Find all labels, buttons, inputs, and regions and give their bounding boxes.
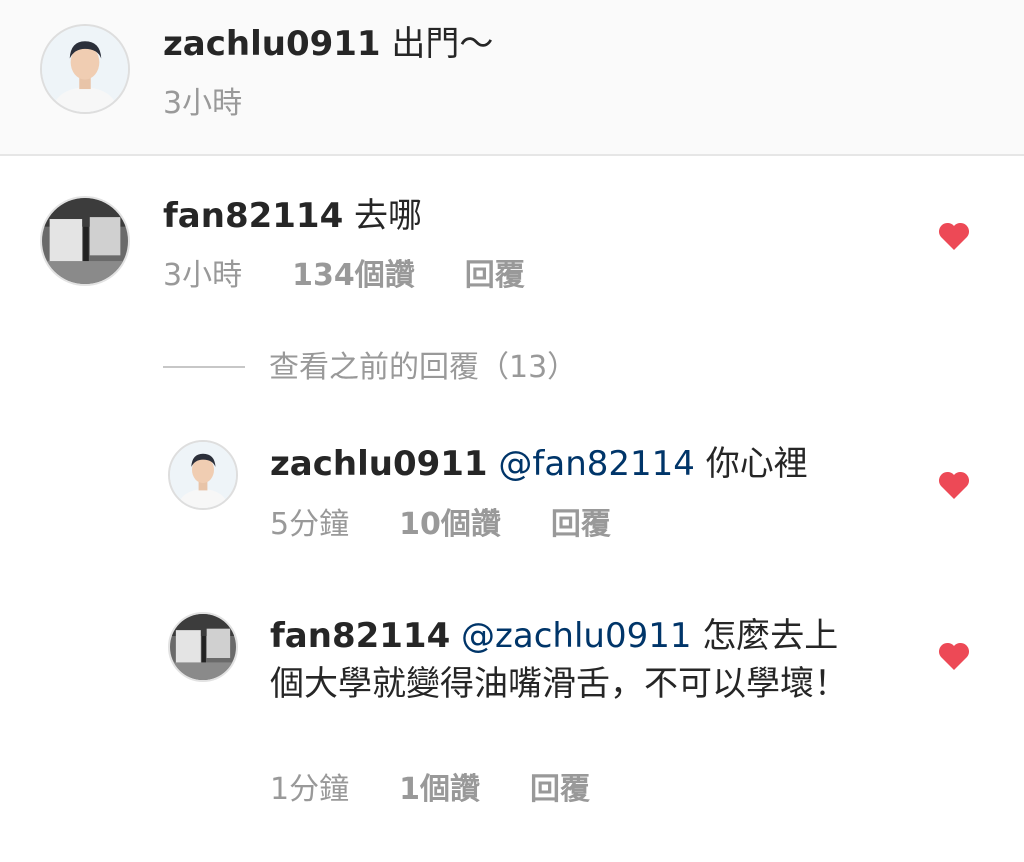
reply-line: fan82114 @zachlu0911 怎麼去上個大學就變得油嘴滑舌，不可以學… bbox=[270, 612, 870, 708]
reply-meta: 5分鐘 10個讚 回覆 bbox=[270, 505, 611, 545]
caption-text: 出門～ bbox=[391, 24, 494, 64]
reply-reply-button[interactable]: 回覆 bbox=[551, 507, 611, 542]
avatar[interactable] bbox=[168, 612, 238, 682]
comment-reply-button[interactable]: 回覆 bbox=[465, 258, 525, 293]
comment-username[interactable]: fan82114 bbox=[163, 196, 343, 236]
caption-line: zachlu0911 出門～ bbox=[163, 22, 493, 66]
comment-meta: 3小時 134個讚 回覆 bbox=[163, 256, 525, 296]
avatar[interactable] bbox=[40, 24, 130, 114]
comment-line: fan82114 去哪 bbox=[163, 194, 422, 238]
reply-meta: 1分鐘 1個讚 回覆 bbox=[270, 770, 590, 810]
reply-likes[interactable]: 1個讚 bbox=[399, 772, 480, 807]
comment-time: 3小時 bbox=[163, 258, 243, 293]
heart-icon[interactable] bbox=[937, 641, 971, 671]
reply-username[interactable]: fan82114 bbox=[270, 616, 450, 656]
caption-time: 3小時 bbox=[163, 86, 243, 121]
reply-time: 1分鐘 bbox=[270, 772, 350, 807]
reply-reply-button[interactable]: 回覆 bbox=[530, 772, 590, 807]
avatar[interactable] bbox=[168, 440, 238, 510]
caption-username[interactable]: zachlu0911 bbox=[163, 24, 381, 64]
avatar[interactable] bbox=[40, 196, 130, 286]
comment-text: 去哪 bbox=[354, 196, 423, 236]
caption-meta: 3小時 bbox=[163, 84, 242, 124]
comment-likes[interactable]: 134個讚 bbox=[292, 258, 415, 293]
reply-line: zachlu0911 @fan82114 你心裡 bbox=[270, 442, 808, 486]
post-caption: zachlu0911 出門～ 3小時 bbox=[0, 0, 1024, 156]
reply-username[interactable]: zachlu0911 bbox=[270, 444, 488, 484]
reply-time: 5分鐘 bbox=[270, 507, 350, 542]
view-previous-label: 查看之前的回覆（13） bbox=[269, 350, 578, 385]
heart-icon[interactable] bbox=[937, 221, 971, 251]
reply-mention[interactable]: @fan82114 bbox=[498, 444, 695, 484]
reply-likes[interactable]: 10個讚 bbox=[399, 507, 501, 542]
reply-mention[interactable]: @zachlu0911 bbox=[461, 616, 691, 656]
view-previous-replies[interactable]: 查看之前的回覆（13） bbox=[163, 348, 577, 388]
comments-page: zachlu0911 出門～ 3小時 fan82114 去哪 3小時 134個讚回… bbox=[0, 0, 1024, 862]
heart-icon[interactable] bbox=[937, 470, 971, 500]
reply-text: 你心裡 bbox=[705, 444, 808, 484]
divider-line bbox=[163, 365, 245, 368]
